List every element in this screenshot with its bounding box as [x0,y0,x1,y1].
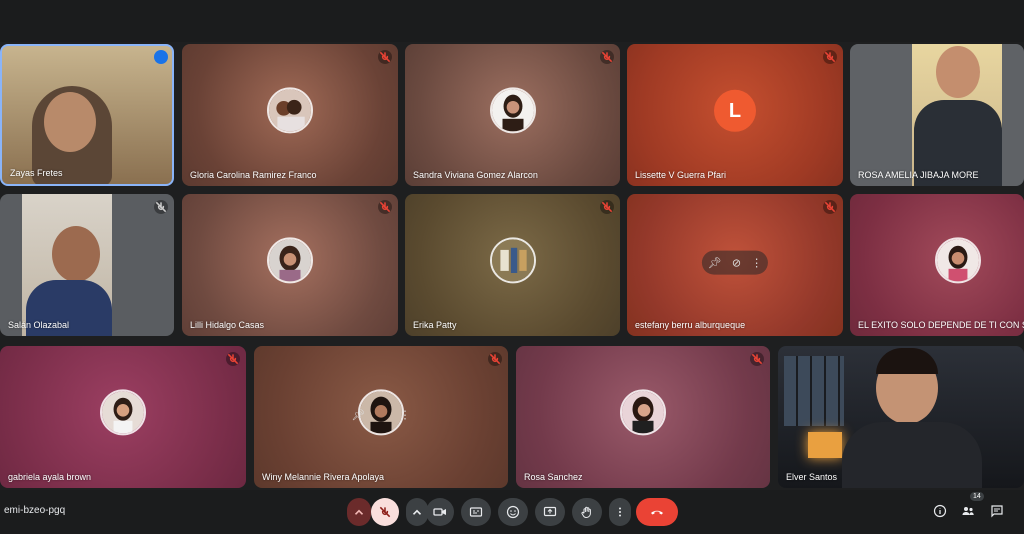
participant-tile[interactable]: Gloria Carolina Ramirez Franco [182,44,398,186]
mic-off-icon [488,352,502,366]
present-icon [543,506,557,517]
people-button[interactable] [960,503,976,519]
camera-options-button[interactable] [406,498,428,526]
meeting-code: emi-bzeo-pgq [4,505,66,516]
avatar [934,237,981,284]
avatar [620,389,666,436]
participant-name: estefany berru alburqueque [635,320,746,330]
participant-name: EL EXITO SOLO DEPENDE DE TI CON SO [858,320,1024,330]
participant-face [52,226,100,282]
reactions-button[interactable] [498,498,528,526]
mic-off-icon [379,506,391,518]
pin-icon[interactable]: 📌︎ [708,256,722,269]
avatar [489,237,536,284]
mic-off-icon [226,352,240,366]
participant-tile[interactable]: Sandra Viviana Gomez Alarcon [405,44,620,186]
more-options-icon[interactable]: ⋮ [399,408,410,421]
mic-off-icon [378,200,392,214]
speaking-indicator-icon [154,50,168,64]
participant-tile[interactable]: L Lissette V Guerra Pfari [627,44,843,186]
more-options-button[interactable] [609,498,631,526]
leave-call-button[interactable] [636,498,678,526]
participant-tile[interactable]: Zayas Fretes [0,44,174,186]
background-window [784,356,844,426]
chat-icon [991,505,1003,518]
participant-name: Salán Olazabal [8,320,70,330]
participant-count-badge: 14 [970,492,984,501]
video-camera-icon [433,508,446,516]
hang-up-icon [651,510,663,515]
participant-name: ROSA AMELIA JIBAJA MORE [858,170,979,180]
participant-face [936,46,980,98]
participant-tile[interactable]: Erika Patty [405,194,620,336]
more-options-icon[interactable]: ⋮ [751,256,762,269]
participant-body [842,422,982,488]
emoji-icon [506,505,520,519]
info-icon [933,504,947,518]
participant-name: Rosa Sanchez [524,472,583,482]
participant-tile[interactable]: 📌︎ ⊘ ⋮ estefany berru alburqueque [627,194,843,336]
mic-off-icon [823,200,837,214]
mic-off-icon [378,50,392,64]
chat-button[interactable] [989,503,1005,519]
captions-button[interactable] [461,498,491,526]
participant-tile[interactable]: EL EXITO SOLO DEPENDE DE TI CON SO [850,194,1024,336]
mic-off-icon [600,50,614,64]
participant-name: Sandra Viviana Gomez Alarcon [413,170,538,180]
more-vert-icon [619,507,621,517]
participant-name: Elver Santos [786,472,838,482]
participant-tile[interactable]: gabriela ayala brown [0,346,246,488]
mic-options-button[interactable] [347,498,371,526]
participant-tile[interactable]: Elver Santos [778,346,1024,488]
present-screen-button[interactable] [535,498,565,526]
tile-hover-menu: 📌︎ ⋮ [346,403,417,427]
bottom-toolbar: emi-bzeo-pgq [0,490,1024,534]
avatar [267,87,313,134]
camera-toggle-button[interactable] [426,498,454,526]
mic-toggle-button[interactable] [371,498,399,526]
participant-name: Lilli Hidalgo Casas [190,320,265,330]
mic-off-icon [154,200,168,214]
participant-name: Zayas Fretes [10,168,63,178]
background-fireplace [808,432,842,458]
avatar [100,389,146,436]
participant-face [44,92,96,152]
mute-icon[interactable]: ⊘ [732,256,741,269]
avatar [489,87,536,134]
meeting-details-button[interactable] [932,503,948,519]
participant-tile[interactable]: ROSA AMELIA JIBAJA MORE [850,44,1024,186]
participant-name: Winy Melannie Rivera Apolaya [262,472,385,482]
raise-hand-button[interactable] [572,498,602,526]
participant-name: Gloria Carolina Ramirez Franco [190,170,317,180]
captions-icon [469,507,483,517]
people-icon [962,507,974,515]
participant-tile[interactable]: Lilli Hidalgo Casas [182,194,398,336]
pin-icon[interactable]: 📌︎ [352,408,366,421]
participant-tile[interactable]: Salán Olazabal [0,194,174,336]
participant-name: Erika Patty [413,320,457,330]
hand-icon [581,506,591,518]
participant-tile[interactable]: 📌︎ ⋮ Winy Melannie Rivera Apolaya [254,346,508,488]
participant-name: Lissette V Guerra Pfari [635,170,727,180]
participant-tile[interactable]: Rosa Sanchez [516,346,770,488]
top-bar [0,0,1024,42]
mic-off-icon [750,352,764,366]
mic-off-icon [823,50,837,64]
tile-hover-menu: 📌︎ ⊘ ⋮ [701,250,769,275]
mic-off-icon [600,200,614,214]
avatar [267,237,313,284]
participant-name: gabriela ayala brown [8,472,92,482]
avatar-initial: L [714,89,756,132]
